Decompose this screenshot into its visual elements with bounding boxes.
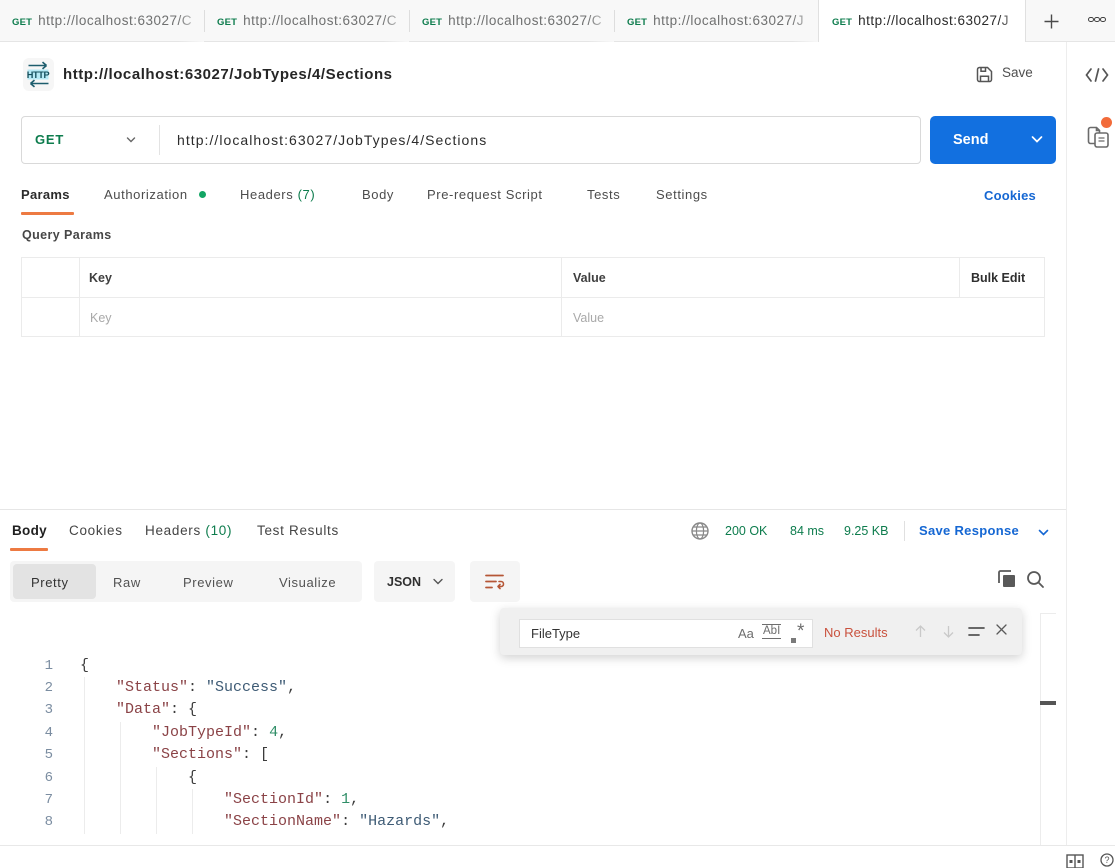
svg-text:HTTP: HTTP — [27, 70, 50, 80]
svg-text:?: ? — [1104, 855, 1109, 865]
